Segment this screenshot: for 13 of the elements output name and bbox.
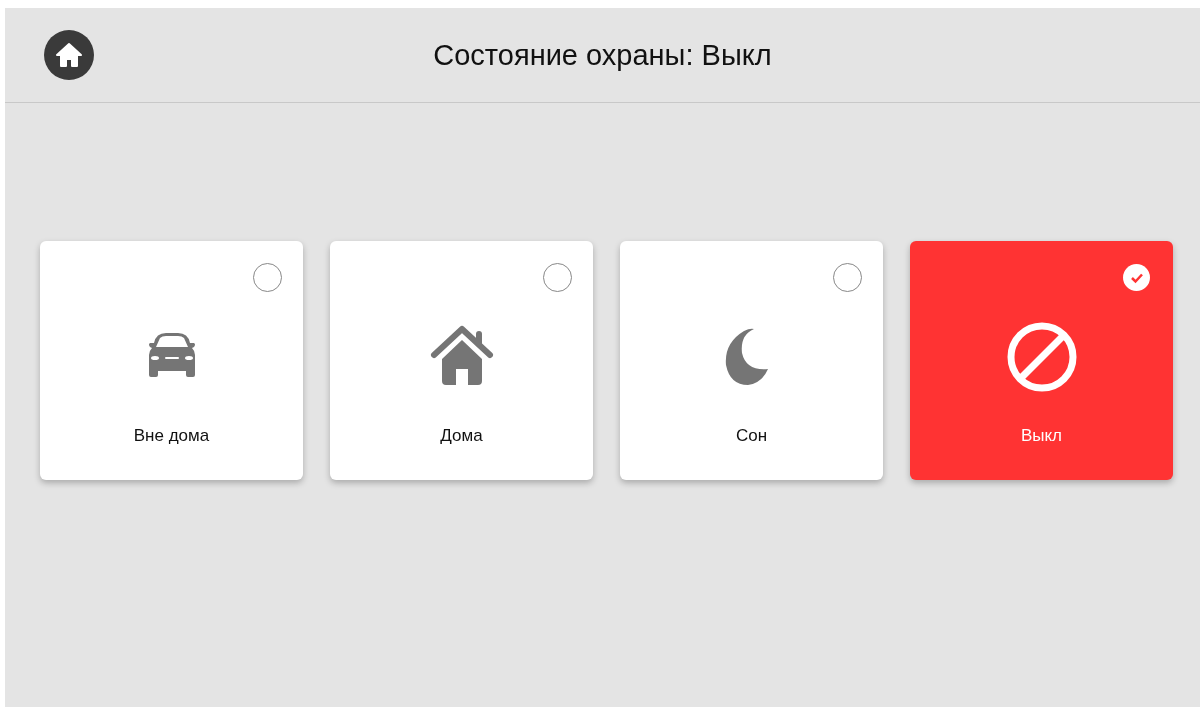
mode-card[interactable]: Дома bbox=[330, 241, 593, 480]
mode-label: Сон bbox=[735, 426, 768, 446]
checkmark-icon bbox=[1129, 271, 1144, 284]
mode-card[interactable]: Сон bbox=[620, 241, 883, 480]
mode-label: Выкл bbox=[1020, 426, 1063, 446]
home-icon bbox=[55, 42, 83, 68]
home-button[interactable] bbox=[44, 30, 94, 80]
prohibited-icon bbox=[1005, 321, 1078, 393]
mode-label: Дома bbox=[440, 426, 483, 446]
mode-card[interactable]: Вне дома bbox=[40, 241, 303, 480]
mode-card[interactable]: Выкл bbox=[910, 241, 1173, 480]
page-title: Состояние охраны: Выкл bbox=[432, 38, 773, 72]
mode-label: Вне дома bbox=[133, 426, 210, 446]
